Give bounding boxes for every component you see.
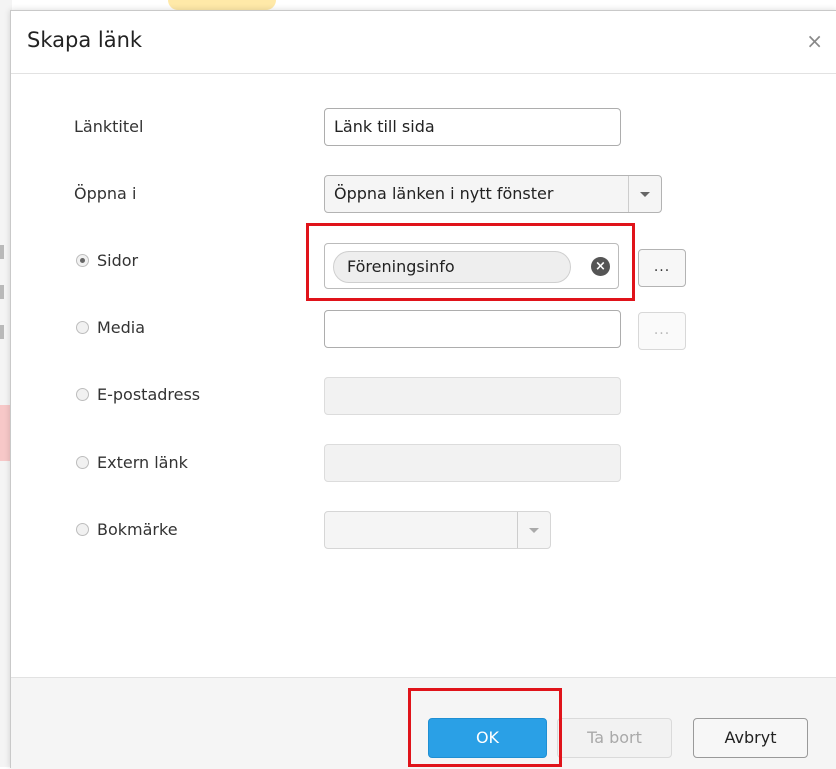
link-title-label: Länktitel (74, 117, 144, 136)
external-label: Extern länk (97, 453, 188, 472)
background-mark (0, 285, 4, 299)
email-input[interactable] (324, 377, 621, 415)
bookmark-selected (325, 512, 517, 548)
cancel-button[interactable]: Avbryt (693, 718, 808, 758)
media-label: Media (97, 318, 146, 337)
open-in-label: Öppna i (74, 184, 137, 203)
open-in-selected: Öppna länken i nytt fönster (334, 184, 554, 203)
clear-circle-icon[interactable]: × (591, 257, 610, 276)
background-mark (0, 325, 4, 339)
open-in-select[interactable]: Öppna länken i nytt fönster (324, 175, 662, 213)
external-link-input[interactable] (324, 444, 621, 482)
radio-button[interactable] (76, 456, 89, 469)
media-input[interactable] (324, 310, 621, 348)
create-link-dialog: Skapa länk × Länktitel Länk till sida Öp… (10, 10, 836, 769)
email-label: E-postadress (97, 385, 201, 404)
background-tab (168, 0, 276, 10)
bookmark-select[interactable] (324, 511, 551, 549)
pages-browse-button[interactable]: ... (638, 249, 686, 287)
radio-external[interactable]: Extern länk (76, 453, 188, 472)
caret-down-icon (628, 176, 661, 212)
bookmark-label: Bokmärke (97, 520, 178, 539)
radio-email[interactable]: E-postadress (76, 385, 200, 404)
radio-button-checked[interactable] (76, 254, 89, 267)
caret-down-icon (517, 512, 550, 548)
dialog-header: Skapa länk × (11, 11, 836, 74)
radio-bookmark[interactable]: Bokmärke (76, 520, 178, 539)
radio-pages[interactable]: Sidor (76, 251, 138, 270)
radio-button[interactable] (76, 388, 89, 401)
media-browse-button[interactable]: ... (638, 312, 686, 350)
background-mark (0, 245, 4, 259)
radio-button[interactable] (76, 321, 89, 334)
dialog-footer: OK Ta bort Avbryt (11, 677, 836, 769)
ok-button[interactable]: OK (428, 718, 547, 758)
remove-button[interactable]: Ta bort (557, 718, 672, 758)
radio-media[interactable]: Media (76, 318, 145, 337)
dialog-title: Skapa länk (27, 28, 143, 52)
pages-picker[interactable]: Föreningsinfo × (324, 243, 619, 289)
pages-label: Sidor (97, 251, 139, 270)
close-icon[interactable]: × (806, 29, 823, 53)
link-title-input[interactable]: Länk till sida (324, 108, 621, 146)
radio-button[interactable] (76, 523, 89, 536)
selected-page-chip: Föreningsinfo (333, 251, 571, 283)
